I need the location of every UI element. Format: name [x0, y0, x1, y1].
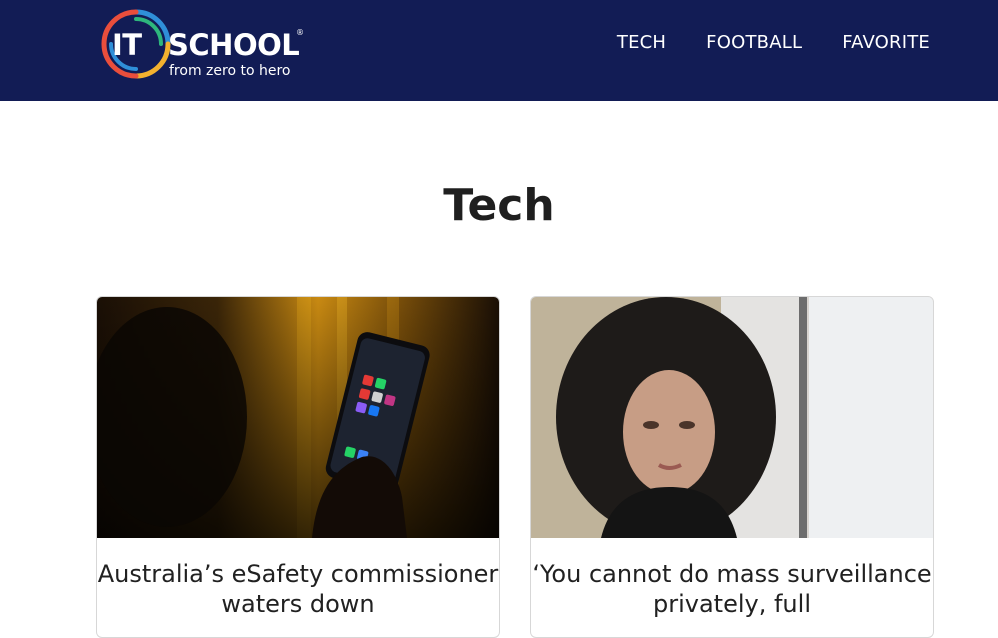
itschool-logo[interactable]: IT SCHOOL ® from zero to hero	[98, 6, 308, 82]
nav-link-favorite[interactable]: FAVORITE	[842, 32, 930, 53]
logo-school-text: SCHOOL	[168, 28, 300, 62]
portrait-woman-image[interactable]	[531, 297, 933, 538]
article-card[interactable]: ‘You cannot do mass surveillance private…	[530, 296, 934, 638]
main-nav: TECH FOOTBALL FAVORITE	[617, 32, 930, 53]
article-card[interactable]: Australia’s eSafety commissioner waters …	[96, 296, 500, 638]
logo-it-text: IT	[112, 28, 142, 62]
nav-link-tech[interactable]: TECH	[617, 32, 666, 53]
logo-tagline: from zero to hero	[169, 63, 291, 79]
article-title[interactable]: Australia’s eSafety commissioner waters …	[97, 559, 499, 619]
article-title[interactable]: ‘You cannot do mass surveillance private…	[531, 559, 933, 619]
page-title: Tech	[443, 180, 555, 231]
top-navbar: IT SCHOOL ® from zero to hero TECH FOOTB…	[0, 0, 998, 101]
phone-social-apps-image[interactable]	[97, 297, 499, 538]
logo-registered-mark: ®	[296, 28, 304, 37]
nav-link-football[interactable]: FOOTBALL	[706, 32, 802, 53]
